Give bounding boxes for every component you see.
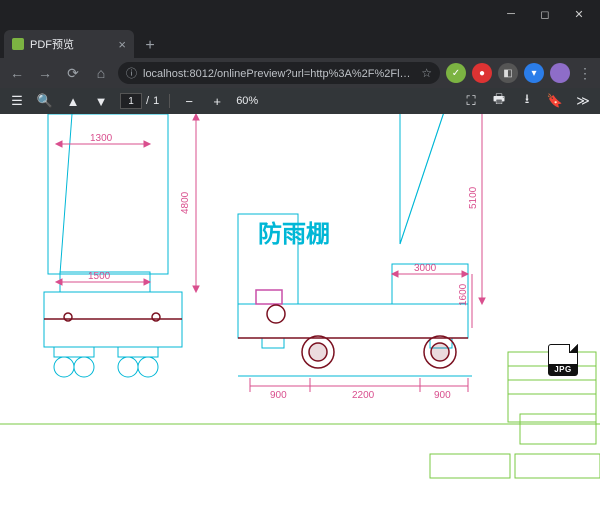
file-fold-icon bbox=[569, 344, 578, 353]
toolbar: ← → ⟳ ⌂ ⓘ localhost:8012/onlinePreview?u… bbox=[0, 58, 600, 88]
pdf-page-input[interactable] bbox=[120, 93, 142, 109]
tab-favicon bbox=[12, 38, 24, 50]
pdf-tools-menu[interactable]: ≫ bbox=[574, 92, 592, 110]
cad-drawing: 1300 1500 4800 5100 3000 1600 900 2200 9… bbox=[0, 114, 600, 517]
dim-upper-deck: 3000 bbox=[414, 263, 437, 274]
tab-label: PDF预览 bbox=[30, 36, 74, 52]
tab-close-button[interactable]: × bbox=[118, 38, 126, 51]
bookmark-star-icon[interactable]: ☆ bbox=[421, 66, 432, 80]
new-tab-button[interactable]: + bbox=[138, 34, 162, 58]
pdf-toolbar: ☰ 🔍 ▲ ▼ / 1 − + 60% ⛶ 🖶 ⭳ 🔖 ≫ bbox=[0, 88, 600, 114]
export-jpg-button[interactable]: JPG bbox=[548, 344, 578, 376]
pdf-zoom-in[interactable]: + bbox=[208, 92, 226, 110]
pdf-search-button[interactable]: 🔍 bbox=[36, 92, 54, 110]
pdf-page-indicator: / 1 bbox=[120, 93, 159, 109]
home-button[interactable]: ⌂ bbox=[90, 62, 112, 84]
window-maximize-button[interactable]: ◻ bbox=[528, 3, 562, 25]
pdf-zoom-out[interactable]: − bbox=[180, 92, 198, 110]
pdf-sidebar-toggle[interactable]: ☰ bbox=[8, 92, 26, 110]
browser-menu-button[interactable]: ⋮ bbox=[576, 65, 594, 82]
window-close-button[interactable]: ✕ bbox=[562, 3, 596, 25]
dim-bottom-b: 2200 bbox=[352, 390, 375, 401]
tab-pdf-preview[interactable]: PDF预览 × bbox=[4, 30, 134, 58]
dim-bottom-a: 900 bbox=[270, 390, 287, 401]
profile-avatar[interactable] bbox=[550, 63, 570, 83]
extension-icon-1[interactable]: ✓ bbox=[446, 63, 466, 83]
forward-button[interactable]: → bbox=[34, 62, 56, 84]
dim-left-vertical: 4800 bbox=[180, 191, 191, 214]
extension-icon-3[interactable]: ◧ bbox=[498, 63, 518, 83]
window-minimize-button[interactable]: ─ bbox=[494, 3, 528, 25]
dim-bottom-c: 900 bbox=[434, 390, 451, 401]
pdf-prev-page[interactable]: ▲ bbox=[64, 92, 82, 110]
dim-mid-vertical: 1600 bbox=[458, 283, 469, 306]
pdf-viewport[interactable]: 1300 1500 4800 5100 3000 1600 900 2200 9… bbox=[0, 114, 600, 517]
pdf-bookmark-button[interactable]: 🔖 bbox=[546, 92, 564, 110]
tab-strip: PDF预览 × + bbox=[0, 28, 600, 58]
export-jpg-label: JPG bbox=[549, 364, 577, 375]
toolbar-divider bbox=[169, 94, 170, 108]
pdf-next-page[interactable]: ▼ bbox=[92, 92, 110, 110]
dim-top-left: 1300 bbox=[90, 133, 113, 144]
back-button[interactable]: ← bbox=[6, 62, 28, 84]
extension-icon-4[interactable]: ▾ bbox=[524, 63, 544, 83]
pdf-download-button[interactable]: ⭳ bbox=[518, 92, 536, 110]
dim-right-vertical: 5100 bbox=[468, 186, 479, 209]
reload-button[interactable]: ⟳ bbox=[62, 62, 84, 84]
pdf-page-sep: / bbox=[146, 95, 149, 107]
window-titlebar: ─ ◻ ✕ bbox=[0, 0, 600, 28]
pdf-page-total: 1 bbox=[153, 95, 159, 107]
pdf-presentation-button[interactable]: ⛶ bbox=[462, 92, 480, 110]
dim-mid-left: 1500 bbox=[88, 271, 111, 282]
pdf-zoom-level: 60% bbox=[236, 95, 258, 107]
extension-icon-2[interactable]: ● bbox=[472, 63, 492, 83]
site-info-icon[interactable]: ⓘ bbox=[126, 65, 137, 81]
drawing-main-label: 防雨棚 bbox=[258, 220, 330, 248]
address-bar[interactable]: ⓘ localhost:8012/onlinePreview?url=http%… bbox=[118, 62, 440, 84]
url-text: localhost:8012/onlinePreview?url=http%3A… bbox=[143, 65, 415, 81]
pdf-print-button[interactable]: 🖶 bbox=[490, 92, 508, 110]
